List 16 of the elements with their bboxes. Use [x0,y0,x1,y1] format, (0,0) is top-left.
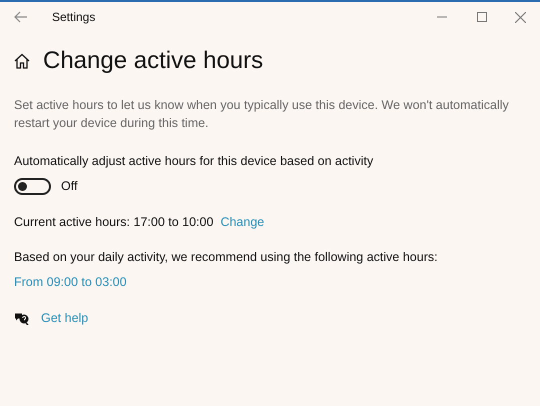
change-link[interactable]: Change [220,212,264,232]
close-icon[interactable] [515,12,526,22]
maximize-icon[interactable] [477,12,487,22]
get-help-link[interactable]: Get help [41,308,88,328]
description: Set active hours to let us know when you typically use this device. We won't automatically restart your device during this time. [14,97,510,132]
home-icon[interactable] [14,53,30,69]
back-icon[interactable] [14,11,28,23]
toggle-label: Automatically adjust active hours for this device based on activity [14,153,374,170]
help-chat-icon [14,311,29,326]
window-title: Settings [52,9,96,26]
current-hours: Current active hours: 17:00 to 10:00 [14,214,214,230]
toggle-state: Off [61,178,78,195]
recommended-hours-link[interactable]: From 09:00 to 03:00 [14,273,127,292]
recommendation-text: Based on your daily activity, we recommend using the following active hours: [14,249,439,266]
toggle-switch[interactable] [14,178,51,195]
page-title: Change active hours [43,46,264,76]
